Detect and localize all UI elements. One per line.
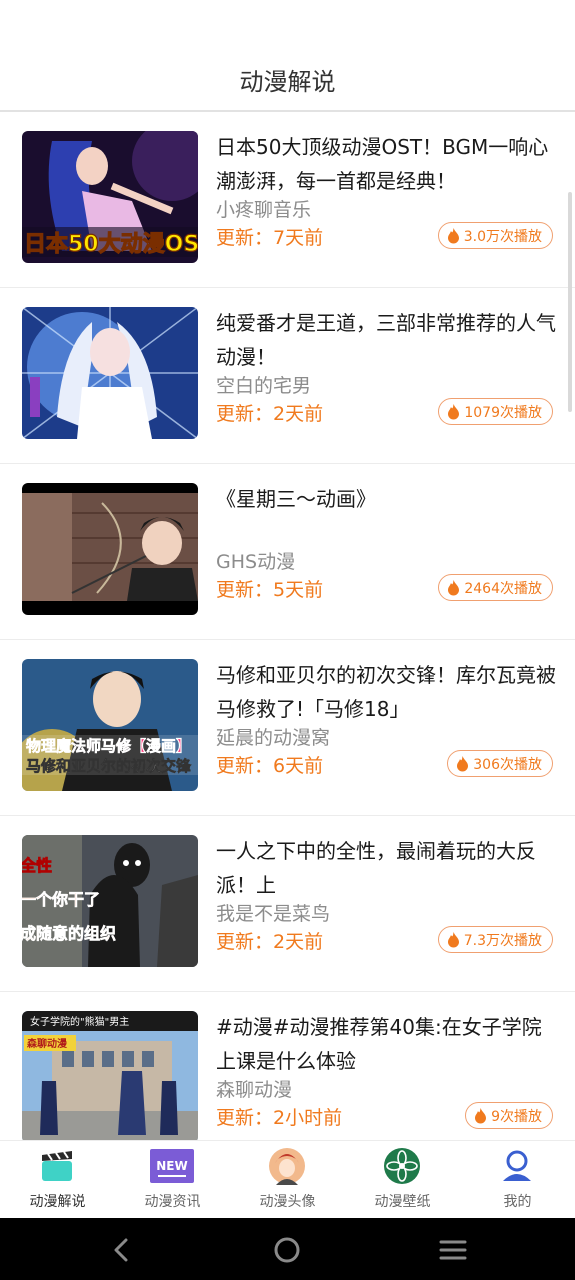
video-author: 小疼聊音乐	[216, 199, 312, 221]
svg-text:日本50大动漫OST: 日本50大动漫OST	[24, 232, 198, 257]
new-badge-icon: NEW	[150, 1149, 194, 1183]
user-icon	[503, 1150, 531, 1181]
svg-text:NEW: NEW	[156, 1159, 187, 1173]
flame-icon	[475, 1107, 487, 1123]
video-author: 延晨的动漫窝	[216, 727, 331, 749]
svg-text:一个你干了: 一个你干了	[22, 890, 100, 909]
video-thumbnail[interactable]: 全性 一个你干了 成随意的组织	[22, 835, 198, 967]
app-header: 动漫解说	[0, 0, 575, 112]
list-item[interactable]: 物理魔法师马修【漫画】 马修和亚贝尔的初次交锋 马修和亚贝尔的初次交锋！库尔瓦竟…	[0, 640, 575, 816]
menu-icon[interactable]	[437, 1234, 469, 1266]
video-list[interactable]: 日本50大动漫OST 日本50大顶级动漫OST！BGM一响心潮澎湃，每一首都是经…	[0, 112, 575, 1140]
tab-mine[interactable]: 我的	[460, 1141, 575, 1219]
video-author: 我是不是菜鸟	[216, 903, 331, 925]
list-scrollbar[interactable]	[568, 192, 572, 412]
list-item[interactable]: 日本50大动漫OST 日本50大顶级动漫OST！BGM一响心潮澎湃，每一首都是经…	[0, 112, 575, 288]
flame-icon	[447, 931, 459, 947]
video-title[interactable]: 纯爱番才是王道，三部非常推荐的人气动漫！	[216, 306, 556, 374]
video-author: 森聊动漫	[216, 1079, 293, 1101]
video-title[interactable]: 一人之下中的全性，最闹着玩的大反派！上	[216, 834, 556, 902]
back-icon[interactable]	[106, 1234, 138, 1266]
list-item[interactable]: 《星期三～动画》 GHS动漫 更新：5天前 2464次播放	[0, 464, 575, 640]
thumbnail-image-hitori: 全性 一个你干了 成随意的组织	[22, 835, 198, 967]
system-navigation-bar	[0, 1218, 575, 1280]
svg-text:成随意的组织: 成随意的组织	[22, 924, 116, 943]
page-title: 动漫解说	[239, 68, 336, 96]
video-thumbnail[interactable]: 女子学院的"熊猫"男主 森聊动漫	[22, 1011, 198, 1140]
svg-text:马修和亚贝尔的初次交锋: 马修和亚贝尔的初次交锋	[26, 757, 192, 775]
video-thumbnail[interactable]: 物理魔法师马修【漫画】 马修和亚贝尔的初次交锋	[22, 659, 198, 791]
video-title[interactable]: #动漫#动漫推荐第40集:在女子学院上课是什么体验	[216, 1010, 556, 1078]
play-count: 7.3万次播放	[463, 932, 542, 949]
update-time: 更新：2小时前	[216, 1107, 343, 1129]
update-time: 更新：5天前	[216, 579, 324, 601]
update-time: 更新：6天前	[216, 755, 324, 777]
update-time: 更新：2天前	[216, 403, 324, 425]
video-thumbnail[interactable]: 日本50大动漫OST	[22, 131, 198, 263]
video-author: 空白的宅男	[216, 375, 312, 397]
thumbnail-image-ost: 日本50大动漫OST	[22, 131, 198, 263]
svg-text:女子学院的"熊猫"男主: 女子学院的"熊猫"男主	[30, 1015, 129, 1028]
update-time: 更新：2天前	[216, 931, 324, 953]
play-count-badge: 7.3万次播放	[437, 926, 553, 953]
tab-label: 动漫资讯	[144, 1194, 201, 1210]
video-thumbnail[interactable]	[22, 483, 198, 615]
flame-icon	[447, 227, 459, 243]
play-count-badge: 1079次播放	[438, 398, 553, 425]
flame-icon	[457, 755, 469, 771]
svg-text:森聊动漫: 森聊动漫	[26, 1037, 68, 1050]
tab-label: 我的	[503, 1194, 532, 1210]
tab-anime-news[interactable]: NEW 动漫资讯	[115, 1141, 230, 1219]
play-count-badge: 306次播放	[447, 750, 553, 777]
play-count: 2464次播放	[464, 580, 542, 597]
video-author: GHS动漫	[216, 551, 296, 573]
play-count-badge: 9次播放	[465, 1102, 553, 1129]
thumbnail-image-academy: 女子学院的"熊猫"男主 森聊动漫	[22, 1011, 198, 1140]
video-title[interactable]: 日本50大顶级动漫OST！BGM一响心潮澎湃，每一首都是经典！	[216, 130, 556, 198]
thumbnail-image-anime-girl	[22, 307, 198, 439]
play-count: 9次播放	[491, 1108, 542, 1125]
play-count: 1079次播放	[464, 404, 542, 421]
update-time: 更新：7天前	[216, 227, 324, 249]
play-count: 3.0万次播放	[463, 228, 542, 245]
svg-text:全性: 全性	[22, 856, 52, 875]
flower-icon	[384, 1148, 420, 1184]
tab-label: 动漫解说	[29, 1194, 86, 1210]
video-title[interactable]: 《星期三～动画》	[216, 482, 556, 516]
play-count-badge: 2464次播放	[438, 574, 553, 601]
avatar-face-icon	[269, 1148, 305, 1185]
flame-icon	[448, 403, 460, 419]
list-item[interactable]: 女子学院的"熊猫"男主 森聊动漫 #动漫#动漫推荐第40集:在女子学院上课是什么…	[0, 992, 575, 1140]
svg-text:物理魔法师马修【漫画】: 物理魔法师马修【漫画】	[26, 737, 191, 755]
tab-anime-wallpaper[interactable]: 动漫壁纸	[345, 1141, 460, 1219]
play-count: 306次播放	[473, 756, 542, 773]
tab-anime-avatar[interactable]: 动漫头像	[230, 1141, 345, 1219]
tab-anime-commentary[interactable]: 动漫解说	[0, 1141, 115, 1219]
video-thumbnail[interactable]	[22, 307, 198, 439]
flame-icon	[448, 579, 460, 595]
tab-label: 动漫头像	[259, 1194, 316, 1210]
video-title[interactable]: 马修和亚贝尔的初次交锋！库尔瓦竟被马修救了!「马修18」	[216, 658, 556, 726]
list-item[interactable]: 全性 一个你干了 成随意的组织 一人之下中的全性，最闹着玩的大反派！上 我是不是…	[0, 816, 575, 992]
play-count-badge: 3.0万次播放	[437, 222, 553, 249]
home-icon[interactable]	[271, 1234, 303, 1266]
bottom-tab-bar: 动漫解说 NEW 动漫资讯 动漫头像 动漫壁纸 我的	[0, 1140, 575, 1218]
tab-label: 动漫壁纸	[374, 1194, 431, 1210]
thumbnail-image-wednesday	[22, 483, 198, 615]
clapperboard-icon	[42, 1151, 72, 1181]
list-item[interactable]: 纯爱番才是王道，三部非常推荐的人气动漫！ 空白的宅男 更新：2天前 1079次播…	[0, 288, 575, 464]
thumbnail-image-mashle: 物理魔法师马修【漫画】 马修和亚贝尔的初次交锋	[22, 659, 198, 791]
